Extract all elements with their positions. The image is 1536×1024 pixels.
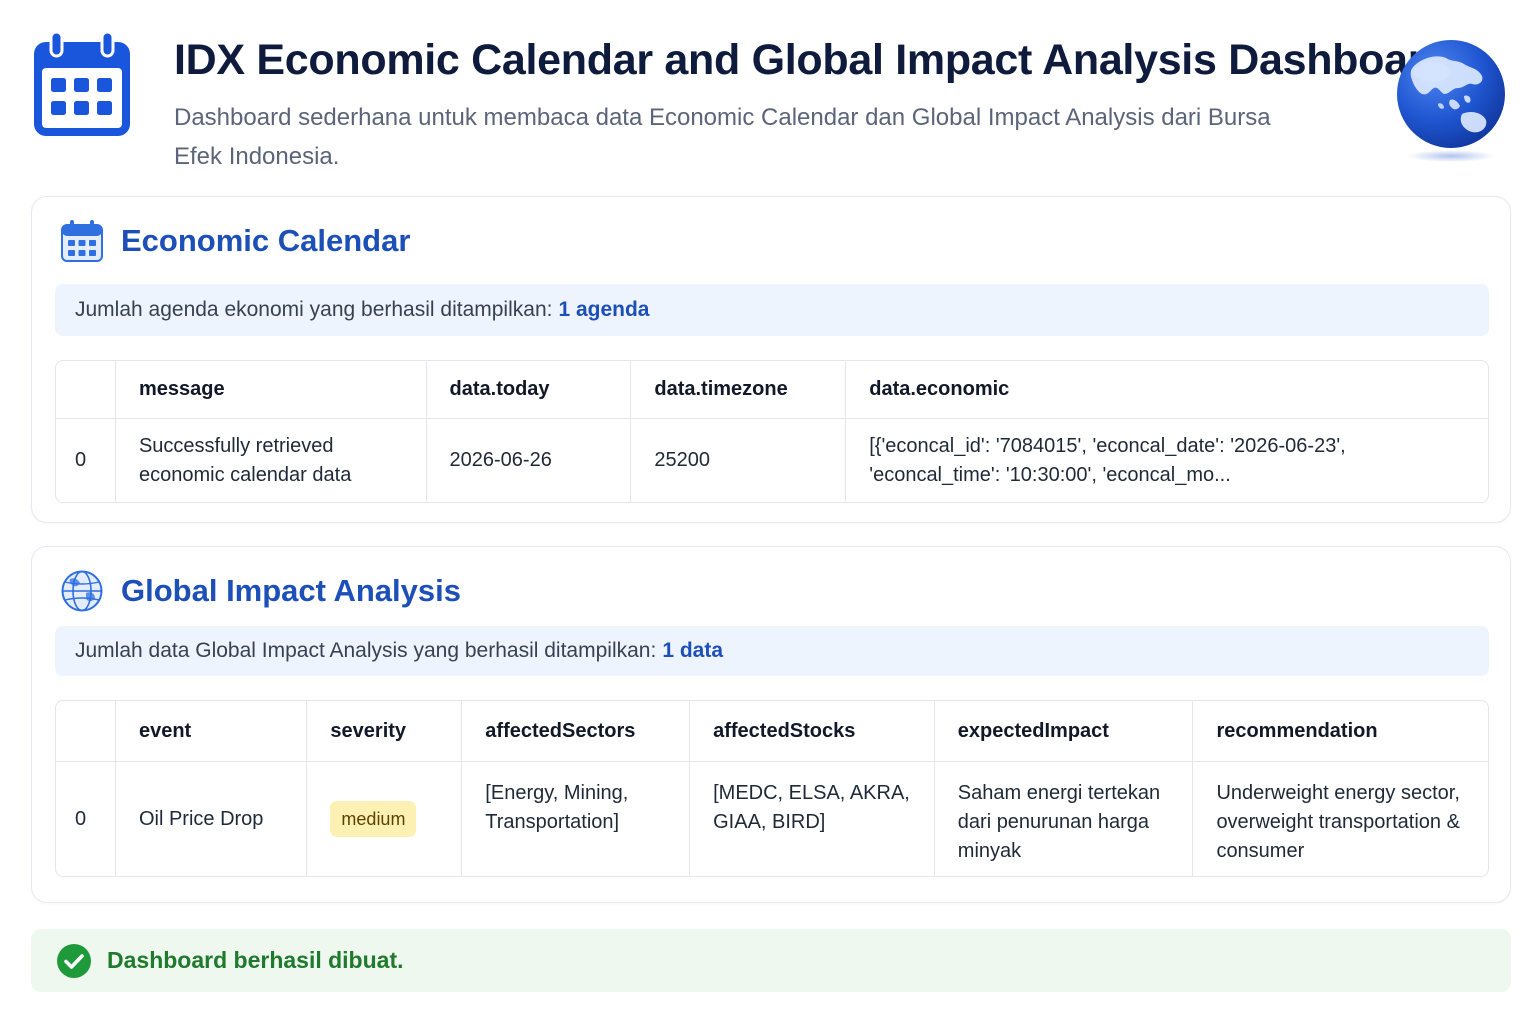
economic-calendar-table: message data.today data.timezone data.ec… xyxy=(55,360,1489,503)
cell-recommendation: Underweight energy sector, overweight tr… xyxy=(1216,782,1460,862)
page-title: IDX Economic Calendar and Global Impact … xyxy=(174,36,1451,84)
cell-today: 2026-06-26 xyxy=(427,419,632,502)
column-header-economic: data.economic xyxy=(846,361,1488,419)
economic-calendar-info: Jumlah agenda ekonomi yang berhasil dita… xyxy=(55,284,1489,336)
cell-affected-stocks: [MEDC, ELSA, AKRA, GIAA, BIRD] xyxy=(690,762,935,876)
cell-event: Oil Price Drop xyxy=(116,762,308,876)
global-impact-card: Global Impact Analysis Jumlah data Globa… xyxy=(31,546,1511,903)
info-text: Jumlah agenda ekonomi yang berhasil dita… xyxy=(75,298,553,321)
column-header-timezone: data.timezone xyxy=(631,361,847,419)
cell-severity: medium xyxy=(307,762,463,876)
info-text: Jumlah data Global Impact Analysis yang … xyxy=(75,639,657,662)
global-impact-info: Jumlah data Global Impact Analysis yang … xyxy=(55,626,1489,676)
agenda-count: 1 agenda xyxy=(558,298,650,321)
row-index: 0 xyxy=(56,419,116,502)
column-header-message: message xyxy=(115,361,427,419)
data-count: 1 data xyxy=(662,639,724,662)
globe-icon xyxy=(1397,40,1505,162)
table-row: 0 Oil Price Drop medium [Energy, Mining,… xyxy=(56,762,1488,876)
row-index: 0 xyxy=(56,762,116,876)
table-header-row: event severity affectedSectors affectedS… xyxy=(56,701,1488,762)
cell-affected-sectors: [Energy, Mining, Transportation] xyxy=(462,762,691,876)
check-circle-icon xyxy=(57,944,91,978)
column-header-severity: severity xyxy=(307,701,463,762)
column-header-affected-sectors: affectedSectors xyxy=(462,701,691,762)
column-header-today: data.today xyxy=(426,361,632,419)
table-row: 0 Successfully retrieved economic calend… xyxy=(56,419,1488,502)
cell-message: Successfully retrieved economic calendar… xyxy=(116,419,427,502)
column-header xyxy=(56,361,116,419)
page-subtitle: Dashboard sederhana untuk membaca data E… xyxy=(174,104,1271,170)
calendar-icon xyxy=(61,220,103,262)
cell-expected-impact: Saham energi tertekan dari penurunan har… xyxy=(935,762,1194,876)
global-impact-title: Global Impact Analysis xyxy=(121,573,461,608)
global-impact-table: event severity affectedSectors affectedS… xyxy=(55,700,1489,877)
calendar-icon xyxy=(34,30,130,136)
success-message: Dashboard berhasil dibuat. xyxy=(107,947,404,973)
cell-economic: [{'econcal_id': '7084015', 'econcal_date… xyxy=(869,434,1346,486)
column-header-event: event xyxy=(115,701,308,762)
table-header-row: message data.today data.timezone data.ec… xyxy=(56,361,1488,419)
success-banner: Dashboard berhasil dibuat. xyxy=(31,929,1511,992)
column-header xyxy=(56,701,116,762)
economic-calendar-title: Economic Calendar xyxy=(121,223,411,258)
severity-badge: medium xyxy=(330,801,417,837)
cell-timezone: 25200 xyxy=(631,419,847,502)
globe-icon xyxy=(61,570,103,612)
column-header-expected-impact: expectedImpact xyxy=(934,701,1194,762)
page-header: IDX Economic Calendar and Global Impact … xyxy=(0,0,1536,190)
economic-calendar-card: Economic Calendar Jumlah agenda ekonomi … xyxy=(31,196,1511,523)
column-header-affected-stocks: affectedStocks xyxy=(690,701,935,762)
column-header-recommendation: recommendation xyxy=(1193,701,1488,762)
